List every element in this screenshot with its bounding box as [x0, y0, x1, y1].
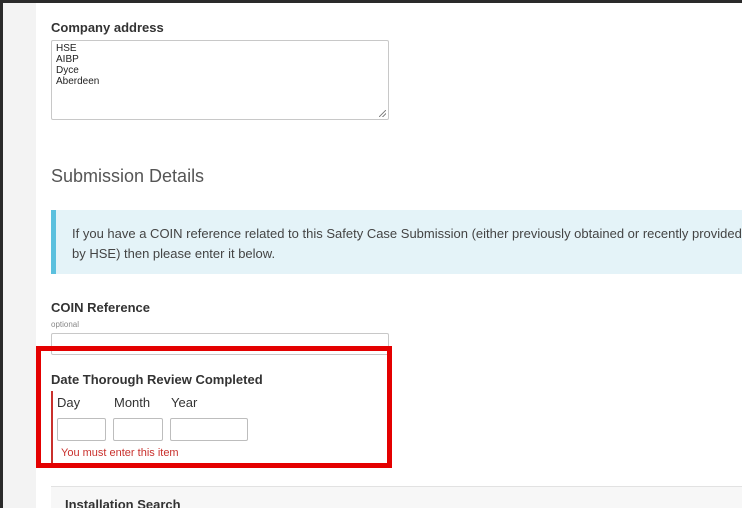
company-address-textarea[interactable]: HSE AIBP Dyce Aberdeen	[51, 40, 389, 120]
address-line-1: HSE	[56, 43, 77, 54]
address-line-2: AIBP	[56, 54, 79, 65]
company-address-label: Company address	[51, 20, 164, 35]
address-line-3: Dyce	[56, 65, 79, 76]
coin-info-text: If you have a COIN reference related to …	[72, 226, 742, 261]
left-gutter	[3, 0, 36, 508]
address-line-4: Aberdeen	[56, 76, 100, 87]
page: Company address HSE AIBP Dyce Aberdeen S…	[0, 0, 742, 508]
installation-search-panel: Installation Search	[51, 486, 742, 508]
coin-info-callout: If you have a COIN reference related to …	[51, 210, 742, 274]
submission-details-heading: Submission Details	[51, 166, 205, 186]
highlight-annotation-box	[36, 346, 392, 468]
top-border	[3, 0, 742, 3]
resize-grip-icon[interactable]	[379, 110, 386, 117]
coin-reference-optional-hint: optional	[51, 320, 80, 329]
coin-reference-label: COIN Reference	[51, 300, 150, 315]
installation-search-heading: Installation Search	[65, 497, 181, 508]
